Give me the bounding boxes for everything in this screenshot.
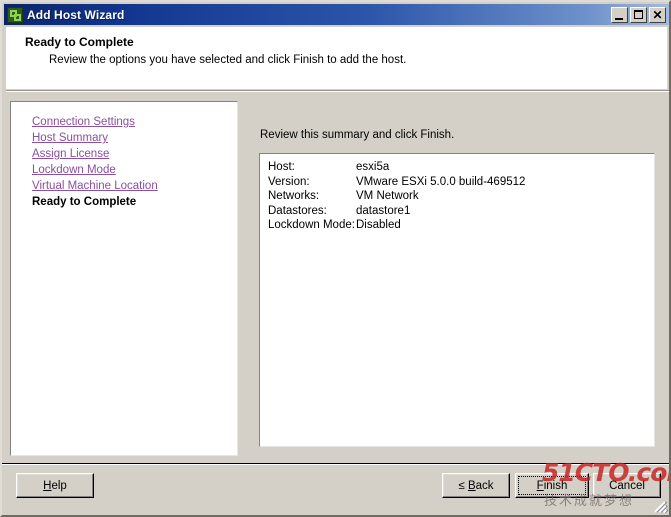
summary-value: Disabled: [356, 219, 401, 231]
add-host-wizard-window: Add Host Wizard ✕ Ready to Complete Revi…: [0, 0, 671, 517]
summary-row-version: Version: VMware ESXi 5.0.0 build-469512: [268, 175, 654, 190]
finish-accel: F: [536, 479, 544, 492]
back-accel: B: [467, 479, 476, 492]
summary-row-host: Host: esxi5a: [268, 160, 654, 175]
wizard-header: Ready to Complete Review the options you…: [6, 27, 667, 89]
sidebar-item-assign-license[interactable]: Assign License: [32, 146, 109, 162]
close-icon: ✕: [652, 7, 663, 22]
wizard-body: Connection Settings Host Summary Assign …: [6, 94, 669, 462]
help-button[interactable]: Help: [16, 473, 94, 498]
finish-button[interactable]: Finish: [515, 473, 589, 498]
summary-label: Datastores:: [268, 204, 327, 217]
sidebar-item-virtual-machine-location[interactable]: Virtual Machine Location: [32, 178, 158, 194]
summary-label: Version:: [268, 175, 310, 188]
resize-grip[interactable]: [651, 497, 668, 514]
cancel-label: Cancel: [609, 479, 645, 492]
summary-value: VMware ESXi 5.0.0 build-469512: [356, 175, 526, 188]
maximize-button[interactable]: [630, 6, 647, 23]
summary-intro-text: Review this summary and click Finish.: [260, 129, 455, 141]
summary-row-networks: Networks: VM Network: [268, 189, 654, 204]
back-button[interactable]: ≤ Back: [442, 473, 510, 498]
back-rest: ack: [475, 479, 494, 492]
sidebar-item-lockdown-mode[interactable]: Lockdown Mode: [32, 162, 116, 178]
cancel-button[interactable]: Cancel: [593, 473, 661, 498]
close-button[interactable]: ✕: [649, 6, 666, 23]
sidebar-item-ready-to-complete: Ready to Complete: [32, 196, 137, 208]
help-rest: elp: [51, 479, 67, 492]
summary-row-datastores: Datastores: datastore1: [268, 204, 654, 219]
summary-label: Lockdown Mode:: [268, 219, 355, 231]
sidebar-item-host-summary[interactable]: Host Summary: [32, 130, 108, 146]
summary-value: esxi5a: [356, 161, 390, 173]
summary-label: Networks:: [268, 190, 320, 202]
summary-value: datastore1: [356, 204, 411, 217]
summary-box: Host: esxi5a Version: VMware ESXi 5.0.0 …: [259, 153, 655, 447]
wizard-footer: Help ≤ Back Finish Cancel: [4, 465, 669, 515]
summary-row-lockdown-mode: Lockdown Mode: Disabled: [268, 218, 654, 233]
finish-rest: inish: [543, 479, 568, 492]
page-title: Ready to Complete: [25, 35, 134, 49]
sidebar-item-connection-settings[interactable]: Connection Settings: [32, 114, 135, 130]
minimize-button[interactable]: [611, 6, 628, 23]
back-prefix: ≤: [458, 479, 468, 492]
page-subtitle: Review the options you have selected and…: [49, 54, 407, 66]
summary-pane: Review this summary and click Finish. Ho…: [246, 101, 665, 456]
header-divider: [6, 90, 669, 92]
wizard-step-list: Connection Settings Host Summary Assign …: [10, 101, 238, 456]
title-bar[interactable]: Add Host Wizard ✕: [4, 4, 669, 25]
summary-label: Host:: [268, 161, 295, 173]
linked-boxes-icon: [7, 6, 23, 23]
window-title: Add Host Wizard: [27, 7, 125, 22]
summary-value: VM Network: [356, 190, 419, 202]
